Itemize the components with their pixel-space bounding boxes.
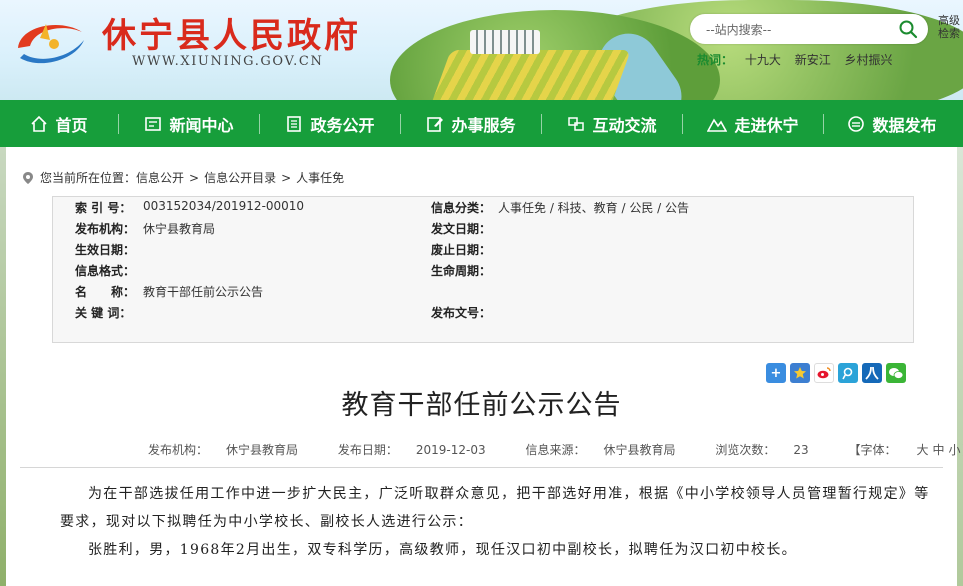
doc-number-label: 发布文号： — [431, 306, 492, 320]
nav-item-label: 数据发布 — [872, 115, 937, 135]
nav-item-gov-affairs[interactable]: 政务公开 — [260, 100, 400, 147]
meta-views: 23 — [793, 443, 809, 457]
info-row: 生效日期： 废止日期： — [53, 241, 913, 262]
search-icon[interactable] — [898, 19, 918, 39]
index-value: 003152034/201912-00010 — [143, 199, 305, 213]
font-size-large[interactable]: 大 — [916, 443, 928, 457]
meta-publisher: 休宁县教育局 — [226, 443, 299, 457]
nav-item-label: 互动交流 — [592, 115, 657, 135]
home-icon — [31, 115, 48, 132]
article-paragraph: 为在干部选拔任用工作中进一步扩大民主，广泛听取群众意见，把干部选好用准，根据《中… — [60, 486, 930, 530]
nav-item-interaction[interactable]: 互动交流 — [542, 100, 682, 147]
advanced-search-link[interactable]: 高级检索 — [938, 14, 963, 40]
site-logo-icon[interactable] — [10, 14, 90, 70]
mountain-icon — [707, 117, 728, 132]
breadcrumb-link[interactable]: 信息公开目录 — [204, 169, 276, 186]
wechat-icon[interactable] — [886, 363, 906, 383]
nav-item-label: 首页 — [55, 115, 88, 135]
breadcrumb-link[interactable]: 信息公开 — [136, 169, 184, 186]
chat-icon — [568, 116, 585, 131]
document-info-table: 索 引 号： 003152034/201912-00010 信息分类： 人事任免… — [52, 196, 914, 343]
meta-source: 休宁县教育局 — [603, 443, 676, 457]
category-value: 人事任免 / 科技、教育 / 公民 / 公告 — [498, 201, 690, 215]
breadcrumb: 您当前所在位置： 信息公开 > 信息公开目录 > 人事任免 — [22, 169, 344, 186]
index-label: 索 引 号： — [75, 201, 132, 215]
meta-publisher-label: 发布机构： — [148, 443, 209, 457]
plus-icon[interactable]: + — [766, 363, 786, 383]
site-url: WWW.XIUNING.GOV.CN — [132, 54, 324, 69]
header-banner-village — [470, 30, 540, 54]
news-icon — [145, 116, 162, 131]
document-icon — [287, 115, 302, 132]
article-title: 教育干部任前公示公告 — [341, 390, 622, 421]
site-title[interactable]: 休宁县人民政府 — [102, 8, 361, 57]
nav-item-label: 走进休宁 — [734, 115, 799, 135]
font-size-small[interactable]: 小 — [948, 443, 960, 457]
meta-views-label: 浏览次数： — [715, 443, 776, 457]
info-row: 信息格式： 生命周期： — [53, 262, 913, 283]
share-bar: + — [766, 363, 910, 383]
info-row: 名 称： 教育干部任前公示公告 — [53, 283, 913, 304]
info-row: 关 键 词： 发布文号： — [53, 304, 913, 325]
search-input[interactable] — [704, 20, 888, 40]
article-body: 为在干部选拔任用工作中进一步扩大民主，广泛听取群众意见，把干部选好用准，根据《中… — [60, 480, 940, 564]
hot-words: 热词： 十九大 新安江 乡村振兴 — [697, 51, 903, 68]
nav-item-services[interactable]: 办事服务 — [401, 100, 541, 147]
category-label: 信息分类： — [431, 201, 492, 215]
main-nav: 首页 新闻中心 政务公开 办事服务 互动交流 走进休宁 数据发布 — [0, 100, 963, 147]
font-size-medium[interactable]: 中 — [932, 443, 944, 457]
breadcrumb-separator: > — [189, 170, 200, 185]
data-icon — [848, 115, 865, 132]
header-banner-field — [429, 50, 631, 100]
font-size-label: 【字体： — [848, 443, 897, 457]
issue-date-label: 发文日期： — [431, 222, 492, 236]
format-label: 信息格式： — [75, 264, 136, 278]
nav-item-label: 政务公开 — [310, 115, 375, 135]
hot-words-label: 热词： — [697, 53, 734, 67]
publisher-label: 发布机构： — [75, 222, 136, 236]
search-box — [690, 14, 928, 44]
breadcrumb-separator: > — [281, 170, 292, 185]
tencent-weibo-icon[interactable] — [838, 363, 858, 383]
hot-word-link[interactable]: 新安江 — [795, 53, 831, 67]
nav-item-news[interactable]: 新闻中心 — [119, 100, 259, 147]
info-row: 发布机构： 休宁县教育局 发文日期： — [53, 220, 913, 241]
effective-date-label: 生效日期： — [75, 243, 136, 257]
location-pin-icon — [23, 171, 33, 184]
abolish-date-label: 废止日期： — [431, 243, 492, 257]
divider — [20, 467, 943, 468]
name-value: 教育干部任前公示公告 — [143, 285, 264, 299]
info-row: 索 引 号： 003152034/201912-00010 信息分类： 人事任免… — [53, 199, 913, 220]
meta-date-label: 发布日期： — [337, 443, 398, 457]
lifecycle-label: 生命周期： — [431, 264, 492, 278]
page-side-decoration — [957, 147, 963, 586]
edit-icon — [427, 116, 444, 132]
weibo-icon[interactable] — [814, 363, 834, 383]
hot-word-link[interactable]: 乡村振兴 — [845, 53, 893, 67]
hot-word-link[interactable]: 十九大 — [745, 53, 781, 67]
name-label: 名 称： — [75, 285, 136, 299]
breadcrumb-link[interactable]: 人事任免 — [296, 169, 344, 186]
publisher-value: 休宁县教育局 — [143, 222, 216, 236]
meta-source-label: 信息来源： — [525, 443, 586, 457]
star-icon[interactable] — [790, 363, 810, 383]
keywords-label: 关 键 词： — [75, 306, 132, 320]
article-paragraph: 张胜利，男，1968年2月出生，双专科学历，高级教师，现任汉口初中副校长，拟聘任… — [88, 542, 797, 558]
nav-item-label: 办事服务 — [451, 115, 516, 135]
nav-item-data[interactable]: 数据发布 — [824, 100, 960, 147]
site-header: 休宁县人民政府 WWW.XIUNING.GOV.CN 高级检索 热词： 十九大 … — [0, 0, 963, 100]
article-meta: 发布机构： 休宁县教育局 发布日期： 2019-12-03 信息来源： 休宁县教育局 … — [148, 441, 963, 458]
nav-item-about[interactable]: 走进休宁 — [683, 100, 823, 147]
renren-icon[interactable] — [862, 363, 882, 383]
nav-item-home[interactable]: 首页 — [0, 100, 118, 147]
main-content: 您当前所在位置： 信息公开 > 信息公开目录 > 人事任免 索 引 号： 003… — [6, 147, 963, 586]
nav-item-label: 新闻中心 — [169, 115, 234, 135]
meta-date: 2019-12-03 — [415, 443, 486, 457]
breadcrumb-prefix: 您当前所在位置： — [40, 171, 137, 185]
